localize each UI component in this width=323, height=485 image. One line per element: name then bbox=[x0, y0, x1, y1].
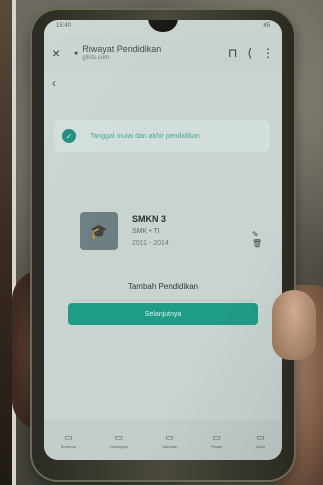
lock-icon: ● bbox=[74, 49, 79, 57]
education-card[interactable]: 🎓 SMKN 3 SMK • TI 2011 - 2014 ✎ 🗑 bbox=[80, 212, 270, 268]
school-major: SMK • TI bbox=[132, 228, 160, 235]
bottom-nav: ▭ Beranda ▭ Lowongan ▭ Lamaran ▭ Pesan ▭… bbox=[44, 420, 282, 460]
notice-text: Tanggal mulai dan akhir pendidikan bbox=[90, 132, 200, 140]
status-battery: 45 bbox=[263, 23, 270, 29]
back-icon[interactable]: ‹ bbox=[52, 76, 56, 90]
nav-label: Beranda bbox=[60, 443, 76, 449]
info-notice: ✓ Tanggal mulai dan akhir pendidikan bbox=[54, 120, 270, 152]
nav-label: Pesan bbox=[211, 443, 223, 449]
school-name: SMKN 3 bbox=[132, 214, 167, 224]
nav-label: Lamaran bbox=[161, 443, 178, 449]
thumb bbox=[272, 290, 316, 360]
home-icon: ▭ bbox=[64, 431, 73, 442]
left-edge bbox=[0, 0, 12, 485]
briefcase-icon: ▭ bbox=[114, 431, 124, 442]
browser-toolbar: × ● Riwayat Pendidikan glints.com ⊓ ⟨ ⋮ bbox=[44, 34, 282, 72]
status-bar: 15:40 45 bbox=[44, 20, 282, 34]
share-icon[interactable]: ⟨ bbox=[247, 46, 252, 60]
nav-item-lamaran[interactable]: ▭ Lamaran bbox=[162, 432, 178, 449]
status-time: 15:40 bbox=[56, 23, 72, 29]
close-icon[interactable]: × bbox=[52, 45, 68, 61]
phone-screen: 15:40 45 × ● Riwayat Pendidikan glints.c… bbox=[44, 20, 282, 460]
shield-icon: ✓ bbox=[62, 129, 76, 143]
bookmark-icon[interactable]: ⊓ bbox=[228, 46, 237, 60]
next-button[interactable]: Selanjutnya bbox=[68, 303, 258, 325]
document-icon: ▭ bbox=[165, 431, 174, 442]
nav-item-pesan[interactable]: ▭ Pesan bbox=[211, 432, 222, 449]
url-box[interactable]: Riwayat Pendidikan glints.com bbox=[82, 44, 218, 61]
add-education-button[interactable]: Tambah Pendidikan bbox=[44, 282, 282, 291]
graduation-cap-icon: 🎓 bbox=[80, 212, 118, 250]
page-title: Riwayat Pendidikan bbox=[82, 44, 162, 55]
user-icon: ▭ bbox=[256, 431, 265, 442]
nav-label: Akun bbox=[256, 443, 266, 449]
nav-item-akun[interactable]: ▭ Akun bbox=[256, 432, 265, 449]
chat-icon: ▭ bbox=[212, 431, 221, 442]
menu-icon[interactable]: ⋮ bbox=[262, 46, 274, 60]
school-years: 2011 - 2014 bbox=[132, 240, 169, 247]
nav-item-lowongan[interactable]: ▭ Lowongan bbox=[110, 432, 128, 449]
divider bbox=[74, 300, 254, 301]
nav-item-beranda[interactable]: ▭ Beranda bbox=[61, 432, 76, 449]
page-url: glints.com bbox=[82, 54, 110, 61]
nav-label: Lowongan bbox=[109, 443, 129, 449]
edit-delete-icon[interactable]: ✎ 🗑 bbox=[252, 230, 270, 248]
